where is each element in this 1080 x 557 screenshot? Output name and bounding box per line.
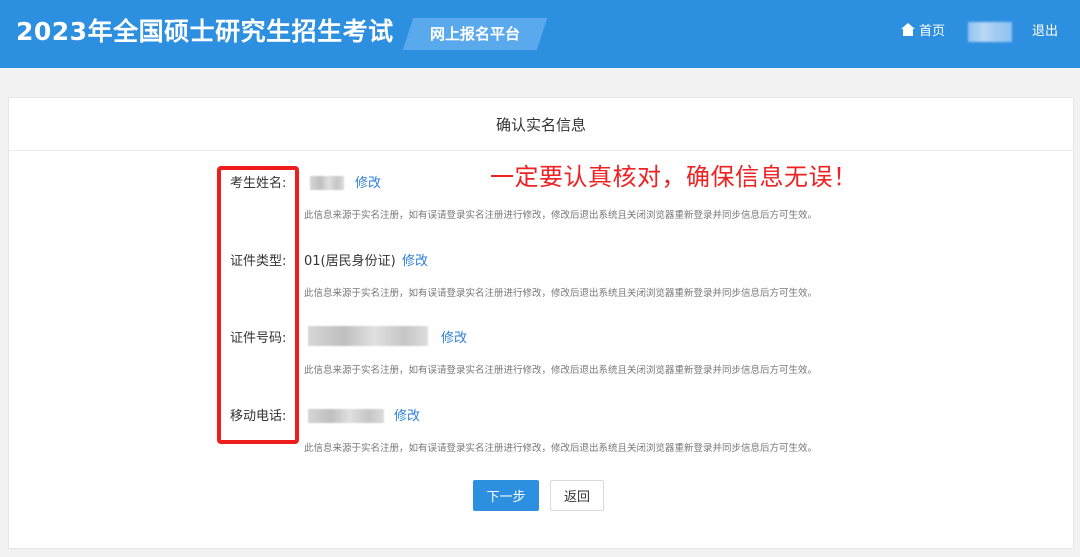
edit-id-type-link[interactable]: 修改 — [402, 252, 428, 272]
edit-name-link[interactable]: 修改 — [355, 174, 381, 194]
user-name-redacted — [968, 22, 1012, 42]
back-button[interactable]: 返回 — [550, 480, 604, 511]
warning-annotation: 一定要认真核对，确保信息无误！ — [490, 163, 858, 191]
platform-tag: 网上报名平台 — [402, 18, 548, 50]
field-label-id-type: 证件类型: — [230, 254, 287, 269]
field-value-mobile-redacted — [308, 409, 384, 423]
home-link-label: 首页 — [919, 24, 946, 39]
highlight-box — [217, 166, 299, 444]
field-value-id-number-redacted — [308, 326, 428, 346]
home-link[interactable]: 首页 — [901, 22, 945, 42]
page-title: 确认实名信息 — [9, 98, 1073, 151]
field-value-name-redacted — [310, 176, 344, 190]
edit-mobile-link[interactable]: 修改 — [394, 407, 420, 427]
field-label-id-number: 证件号码: — [230, 331, 287, 346]
field-label-name: 考生姓名: — [230, 176, 287, 191]
top-header: 2023年全国硕士研究生招生考试 网上报名平台 首页 退出 — [0, 0, 1080, 68]
field-note-mobile: 此信息来源于实名注册，如有误请登录实名注册进行修改，修改后退出系统且关闭浏览器重… — [304, 443, 818, 454]
field-label-mobile: 移动电话: — [230, 409, 287, 424]
next-step-button[interactable]: 下一步 — [473, 480, 539, 511]
field-note-name: 此信息来源于实名注册，如有误请登录实名注册进行修改，修改后退出系统且关闭浏览器重… — [304, 210, 818, 221]
platform-tag-label: 网上报名平台 — [429, 25, 520, 43]
field-note-id-number: 此信息来源于实名注册，如有误请登录实名注册进行修改，修改后退出系统且关闭浏览器重… — [304, 365, 818, 376]
site-title: 2023年全国硕士研究生招生考试 — [16, 17, 394, 46]
edit-id-number-link[interactable]: 修改 — [441, 329, 467, 349]
logout-link[interactable]: 退出 — [1032, 22, 1058, 42]
field-note-id-type: 此信息来源于实名注册，如有误请登录实名注册进行修改，修改后退出系统且关闭浏览器重… — [304, 288, 818, 299]
home-icon — [901, 23, 915, 36]
field-value-id-type: 01(居民身份证) — [304, 254, 396, 269]
